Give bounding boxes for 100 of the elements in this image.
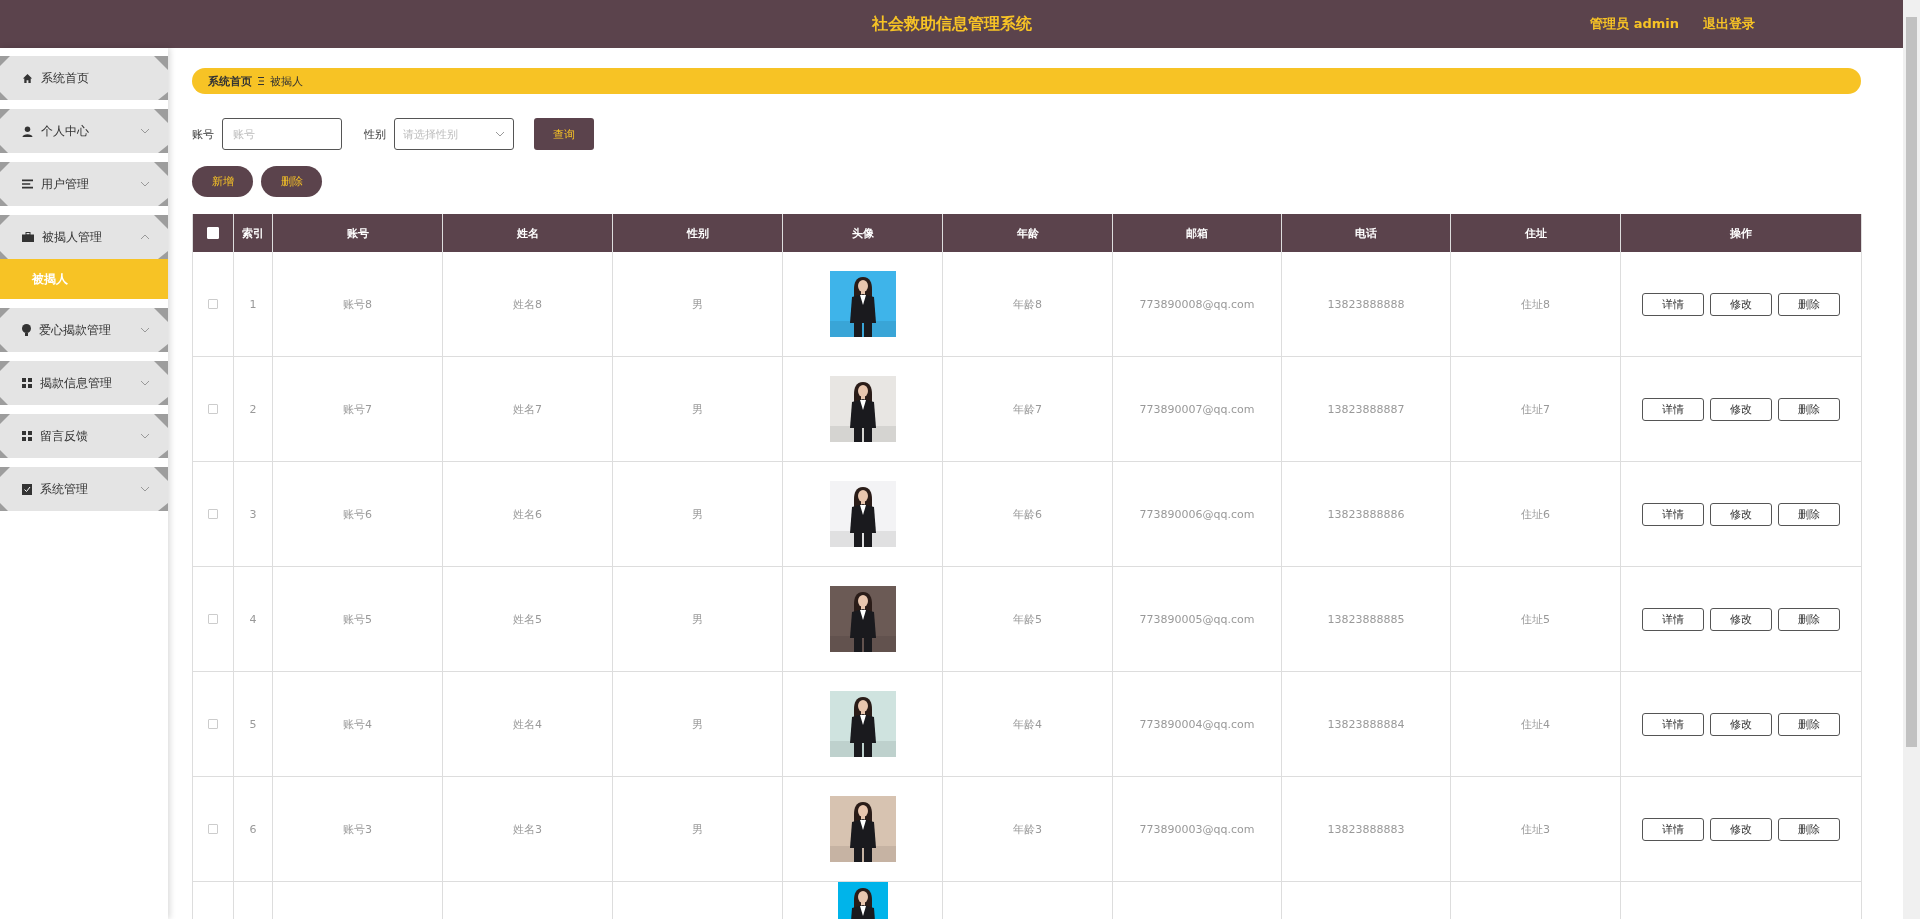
table-cell: 男 [692,716,703,732]
row-checkbox[interactable] [208,404,218,414]
row-action-button[interactable]: 修改 [1710,292,1772,316]
table-cell: 姓名6 [513,506,542,522]
table-cell: 住址4 [1521,716,1550,732]
breadcrumb-item[interactable]: 系统首页 [208,73,252,89]
table-cell: 住址5 [1521,611,1550,627]
column-header: 索引 [234,214,273,252]
row-action-button[interactable]: 修改 [1710,607,1772,631]
table-cell: 5 [249,717,257,731]
row-action-button[interactable]: 详情 [1642,397,1704,421]
field-label: 账号 [192,126,214,142]
row-checkbox[interactable] [208,719,218,729]
row-checkbox[interactable] [208,299,218,309]
sidebar-item[interactable]: 揭款信息管理 [0,361,168,405]
table-cell: 773890003@qq.com [1139,822,1255,836]
query-button[interactable]: 查询 [534,118,594,150]
table-cell: 2 [249,402,257,416]
field-label: 性别 [364,126,386,142]
delete-button[interactable]: 删除 [261,166,322,197]
chevron-icon [495,131,505,137]
row-action-button[interactable]: 详情 [1642,712,1704,736]
table-cell: 住址8 [1521,296,1550,312]
row-action-button[interactable]: 删除 [1778,817,1840,841]
table-cell: 账号3 [343,821,372,837]
table-cell: 1 [249,297,257,311]
sidebar-item[interactable]: 爱心揭款管理 [0,308,168,352]
row-action-button[interactable]: 删除 [1778,607,1840,631]
app-title: 社会救助信息管理系统 [871,13,1032,35]
column-header: 年龄 [943,214,1113,252]
add-button[interactable]: 新增 [192,166,253,197]
row-action-button[interactable]: 修改 [1710,817,1772,841]
table-cell: 年龄8 [1013,296,1042,312]
table-cell: 13823888888 [1327,297,1405,311]
row-action-button[interactable]: 删除 [1778,397,1840,421]
row-checkbox[interactable] [208,509,218,519]
column-header: 账号 [273,214,443,252]
row-action-button[interactable]: 修改 [1710,397,1772,421]
row-action-button[interactable]: 修改 [1710,502,1772,526]
column-header: 邮箱 [1113,214,1282,252]
table-cell: 年龄7 [1013,401,1042,417]
row-action-button[interactable]: 修改 [1710,712,1772,736]
row-action-button[interactable]: 详情 [1642,292,1704,316]
table-cell: 773890005@qq.com [1139,612,1255,626]
row-action-button[interactable]: 删除 [1778,292,1840,316]
table-cell: 13823888885 [1327,612,1405,626]
column-header: 操作 [1621,214,1862,252]
column-header: 性别 [613,214,783,252]
breadcrumb-item[interactable]: 被揭人 [270,73,303,89]
scrollbar[interactable] [1903,0,1920,919]
grid-icon [22,378,32,388]
sidebar-item[interactable]: 个人中心 [0,109,168,153]
table-cell: 男 [692,611,703,627]
table-cell: 年龄6 [1013,506,1042,522]
admin-link[interactable]: 管理员 admin [1590,15,1679,33]
table-cell: 账号5 [343,611,372,627]
clipboard-icon [22,483,32,495]
table-cell: 13823888884 [1327,717,1405,731]
table-cell: 3 [249,507,257,521]
row-action-button[interactable]: 详情 [1642,502,1704,526]
table-cell: 男 [692,506,703,522]
table-cell: 姓名5 [513,611,542,627]
sidebar-item[interactable]: 用户管理 [0,162,168,206]
table-cell: 年龄4 [1013,716,1042,732]
table-cell: 姓名4 [513,716,542,732]
row-action-button[interactable]: 删除 [1778,502,1840,526]
table-cell: 年龄5 [1013,611,1042,627]
column-header: 姓名 [443,214,613,252]
row-checkbox[interactable] [208,824,218,834]
column-header: 住址 [1451,214,1621,252]
table-cell: 13823888883 [1327,822,1405,836]
sidebar-item[interactable]: 系统管理 [0,467,168,511]
list-icon [22,179,33,189]
row-action-button[interactable]: 删除 [1778,712,1840,736]
sidebar-item[interactable]: 系统首页 [0,56,168,100]
table-cell: 住址7 [1521,401,1550,417]
select-all-checkbox[interactable] [207,227,219,239]
row-checkbox[interactable] [208,614,218,624]
table-cell: 账号6 [343,506,372,522]
sidebar-item[interactable]: 留言反馈 [0,414,168,458]
row-action-button[interactable]: 详情 [1642,607,1704,631]
briefcase-icon [22,232,34,242]
sidebar-item[interactable]: 被揭人管理 [0,215,168,259]
user-icon [22,125,33,137]
table-cell: 4 [249,612,257,626]
table-cell: 姓名7 [513,401,542,417]
table-cell: 男 [692,821,703,837]
table-cell: 男 [692,401,703,417]
table-cell: 住址6 [1521,506,1550,522]
column-header: 头像 [783,214,943,252]
table-cell: 姓名3 [513,821,542,837]
table-cell: 账号4 [343,716,372,732]
home-icon [22,72,33,84]
table-cell: 773890004@qq.com [1139,717,1255,731]
row-action-button[interactable]: 详情 [1642,817,1704,841]
logout-link[interactable]: 退出登录 [1703,15,1755,33]
table-cell: 6 [249,822,257,836]
column-header: 电话 [1282,214,1451,252]
table-cell: 住址3 [1521,821,1550,837]
table-cell: 姓名8 [513,296,542,312]
